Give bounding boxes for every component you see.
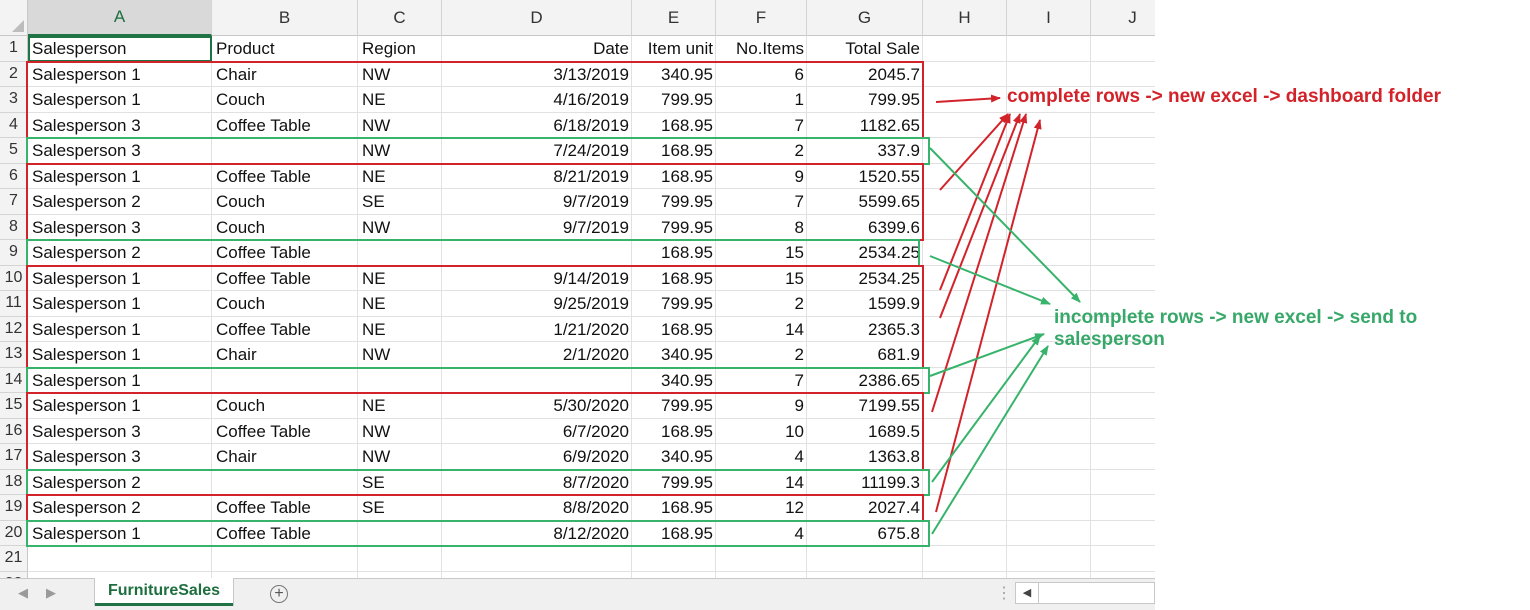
column-header-g[interactable]: G bbox=[807, 0, 923, 36]
header-cell[interactable]: Item unit bbox=[632, 36, 716, 62]
row-header-2[interactable]: 2 bbox=[0, 61, 28, 87]
column-header-b[interactable]: B bbox=[212, 0, 358, 36]
row-header-19[interactable]: 19 bbox=[0, 495, 28, 521]
row-header-14[interactable]: 14 bbox=[0, 367, 28, 393]
incomplete-rows-annotation: incomplete rows -> new excel -> send to … bbox=[1054, 307, 1418, 350]
row-header-4[interactable]: 4 bbox=[0, 112, 28, 138]
column-header-i[interactable]: I bbox=[1007, 0, 1091, 36]
incomplete-rows-box bbox=[26, 239, 920, 267]
header-cell[interactable]: Region bbox=[358, 36, 442, 62]
row-header-13[interactable]: 13 bbox=[0, 342, 28, 368]
add-sheet-icon[interactable]: + bbox=[270, 585, 288, 603]
sheet-tab-bar: ◀ ▶ FurnitureSales + ⋮ ◀ bbox=[0, 578, 1155, 610]
row-header-20[interactable]: 20 bbox=[0, 520, 28, 546]
row-gridline bbox=[28, 570, 1155, 572]
row-header-7[interactable]: 7 bbox=[0, 189, 28, 215]
incomplete-rows-box bbox=[26, 366, 930, 394]
tab-prev-icon[interactable]: ◀ bbox=[18, 585, 28, 601]
row-header-16[interactable]: 16 bbox=[0, 418, 28, 444]
incomplete-rows-box bbox=[26, 468, 930, 496]
row-header-10[interactable]: 10 bbox=[0, 265, 28, 291]
row-header-12[interactable]: 12 bbox=[0, 316, 28, 342]
row-header-9[interactable]: 9 bbox=[0, 240, 28, 266]
column-header-a[interactable]: A bbox=[28, 0, 212, 36]
row-header-8[interactable]: 8 bbox=[0, 214, 28, 240]
header-cell[interactable]: Date bbox=[442, 36, 632, 62]
complete-rows-box bbox=[26, 162, 924, 241]
column-header-c[interactable]: C bbox=[358, 0, 442, 36]
header-cell[interactable]: Product bbox=[212, 36, 358, 62]
header-cell[interactable]: No.Items bbox=[716, 36, 807, 62]
row-header-6[interactable]: 6 bbox=[0, 163, 28, 189]
row-header-3[interactable]: 3 bbox=[0, 87, 28, 113]
row-header-1[interactable]: 1 bbox=[0, 36, 28, 62]
column-header-e[interactable]: E bbox=[632, 0, 716, 36]
row-header-11[interactable]: 11 bbox=[0, 291, 28, 317]
horizontal-scrollbar[interactable]: ◀ bbox=[1015, 582, 1155, 604]
scroll-left-icon[interactable]: ◀ bbox=[1016, 583, 1039, 603]
complete-rows-box bbox=[26, 264, 924, 369]
row-header-18[interactable]: 18 bbox=[0, 469, 28, 495]
complete-rows-box bbox=[26, 60, 924, 139]
column-header-h[interactable]: H bbox=[923, 0, 1007, 36]
active-cell-selection[interactable] bbox=[28, 36, 212, 62]
more-options-icon[interactable]: ⋮ bbox=[996, 583, 1012, 603]
complete-rows-box bbox=[26, 392, 924, 471]
incomplete-rows-box bbox=[26, 137, 930, 165]
row-header-15[interactable]: 15 bbox=[0, 393, 28, 419]
header-cell[interactable]: Total Sale bbox=[807, 36, 923, 62]
column-header-d[interactable]: D bbox=[442, 0, 632, 36]
column-header-j[interactable]: J bbox=[1091, 0, 1155, 36]
column-gridline bbox=[1006, 36, 1007, 578]
row-header-5[interactable]: 5 bbox=[0, 138, 28, 164]
complete-rows-annotation: complete rows -> new excel -> dashboard … bbox=[1007, 86, 1441, 107]
row-header-21[interactable]: 21 bbox=[0, 546, 28, 572]
spreadsheet-grid[interactable]: ABCDEFGHIJ 1 2 3 4 5 6 7 8 9 10 11 12 13 14 15 16 17 18 19… bbox=[0, 0, 1155, 578]
tab-next-icon[interactable]: ▶ bbox=[46, 585, 56, 601]
incomplete-rows-box bbox=[26, 519, 930, 547]
select-all-corner[interactable] bbox=[0, 0, 28, 36]
row-header-17[interactable]: 17 bbox=[0, 444, 28, 470]
complete-rows-box bbox=[26, 494, 924, 522]
column-header-f[interactable]: F bbox=[716, 0, 807, 36]
sheet-tab-furnituresales[interactable]: FurnitureSales bbox=[95, 578, 234, 606]
